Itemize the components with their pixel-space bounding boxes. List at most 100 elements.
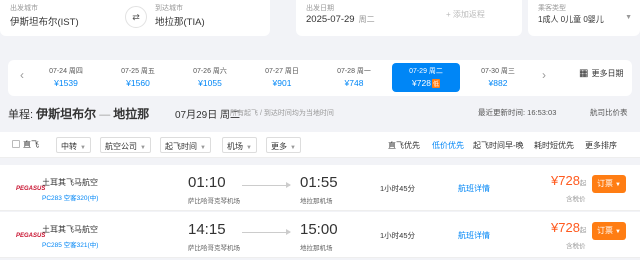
date-tab-price: ¥748 <box>344 78 364 88</box>
swap-cities-icon[interactable]: ⇄ <box>125 6 147 28</box>
transfer-label: 中转 <box>61 142 77 151</box>
book-label: 订票 <box>597 179 614 188</box>
date-tab[interactable]: 07-24 周四 ¥1539 <box>32 63 100 92</box>
chevron-down-icon: ▼ <box>290 145 296 151</box>
flight-details-link[interactable]: 航班详情 <box>458 230 490 241</box>
date-tab[interactable]: 07-30 周三 ¥882 <box>464 63 532 92</box>
route-arrow <box>242 229 291 235</box>
more-dates-label: 更多日期 <box>591 69 624 78</box>
date-tab-label: 07-24 周四 <box>49 68 83 75</box>
more-dates-button[interactable]: ▦ 更多日期 <box>579 68 623 79</box>
price-unit: 起 <box>579 227 587 234</box>
from-city-input[interactable]: 伊斯坦布尔(IST) <box>10 14 79 28</box>
prev-dates-icon[interactable]: ‹ <box>12 68 32 82</box>
sort-shortest-duration[interactable]: 耗时短优先 <box>534 140 574 151</box>
search-bar: 出发城市 伊斯坦布尔(IST) 到达城市 地拉那(TIA) ⇄ 出发日期 202… <box>0 0 640 46</box>
date-tab-price: ¥901 <box>272 78 292 88</box>
chevron-down-icon: ▼ <box>615 229 621 235</box>
local-time-note: 所有起飞 / 到达时间均为当地时间 <box>230 110 334 117</box>
date-tab-price: ¥728 低 <box>392 78 460 88</box>
trip-title: 单程: 伊斯坦布尔 — 地拉那 <box>8 105 149 122</box>
date-tab-label: 07-25 周五 <box>121 68 155 75</box>
next-dates-icon[interactable]: › <box>534 68 554 82</box>
date-tab-label: 07-27 周日 <box>265 68 299 75</box>
date-tab-selected[interactable]: 07-29 周二 ¥728 低 <box>392 63 460 92</box>
airline-dropdown[interactable]: 航空公司 ▼ <box>100 137 151 153</box>
date-tab[interactable]: 07-28 周一 ¥748 <box>320 63 388 92</box>
flight-duration: 1小时45分 <box>380 184 416 193</box>
date-weekday: 周二 <box>358 15 375 24</box>
arrival-airport: 地拉那机场 <box>300 245 333 252</box>
flight-number[interactable]: PC285 空客321(中) <box>42 239 98 249</box>
date-value[interactable]: 2025-07-29 周二 <box>306 14 375 25</box>
airline-compare-link[interactable]: 航司比价表 <box>590 107 628 118</box>
price: ¥728起 <box>551 220 586 235</box>
flight-duration: 1小时45分 <box>380 231 416 240</box>
date-tab-label: 07-28 周一 <box>337 68 371 75</box>
direct-only-label: 直飞 <box>23 140 39 149</box>
date-tab-price: ¥1560 <box>126 78 150 88</box>
price-value: ¥728 <box>551 220 580 235</box>
flight-row[interactable]: PEGASUS 土耳其飞马航空 PC285 空客321(中) 14:15 萨比哈… <box>0 212 640 258</box>
passenger-label: 乘客类型 <box>538 5 566 12</box>
more-filters-label: 更多 <box>271 142 287 151</box>
book-button[interactable]: 订票 ▼ <box>592 222 626 240</box>
book-button[interactable]: 订票 ▼ <box>592 175 626 193</box>
date-tab-price: ¥1539 <box>54 78 78 88</box>
filter-bar: 直飞 中转 ▼ 航空公司 ▼ 起飞时间 ▼ 机场 ▼ 更多 ▼ 直飞优先 低价优先 起飞时… <box>0 132 640 158</box>
airport-label: 机场 <box>227 142 243 151</box>
date-tab[interactable]: 07-27 周日 ¥901 <box>248 63 316 92</box>
add-return-button[interactable]: + 添加返程 <box>446 9 485 20</box>
passenger-field[interactable]: 乘客类型 1成人 0儿童 0婴儿 ▼ <box>528 0 640 36</box>
trip-type: 单程: <box>8 109 34 121</box>
departure-airport: 萨比哈哥克琴机场 <box>188 198 240 205</box>
flight-details-link[interactable]: 航班详情 <box>458 183 490 194</box>
chevron-down-icon: ▼ <box>140 145 146 151</box>
chevron-down-icon: ▼ <box>615 182 621 188</box>
departure-time: 01:10 <box>188 174 226 191</box>
passenger-value: 1成人 0儿童 0婴儿 <box>538 15 604 24</box>
date-tab-price-value: ¥728 <box>412 78 431 88</box>
arrival-time: 01:55 <box>300 174 338 191</box>
sort-lowest-price[interactable]: 低价优先 <box>432 140 464 151</box>
price-unit: 起 <box>579 180 587 187</box>
airline-name: 土耳其飞马航空 <box>42 225 98 234</box>
dep-time-label: 起飞时间 <box>165 142 197 151</box>
chevron-down-icon: ▼ <box>246 145 252 151</box>
trip-header: 单程: 伊斯坦布尔 — 地拉那 07月29日 周二 所有起飞 / 到达时间均为当… <box>8 102 632 124</box>
direct-only-checkbox[interactable]: 直飞 <box>12 139 39 150</box>
price: ¥728起 <box>551 173 586 188</box>
sort-departure-time[interactable]: 起飞时间早-晚 <box>473 140 524 151</box>
to-city-input[interactable]: 地拉那(TIA) <box>155 14 205 28</box>
flight-row[interactable]: PEGASUS 土耳其飞马航空 PC283 空客320(中) 01:10 萨比哈… <box>0 165 640 211</box>
tax-note: 含税价 <box>566 243 586 250</box>
date-tab-label: 07-26 周六 <box>193 68 227 75</box>
sort-direct-first[interactable]: 直飞优先 <box>388 140 420 151</box>
airline-logo: PEGASUS <box>16 186 46 192</box>
trip-dash: — <box>96 109 114 121</box>
flight-number[interactable]: PC283 空客320(中) <box>42 192 98 202</box>
date-selector: ‹ 07-24 周四 ¥1539 07-25 周五 ¥1560 07-26 周六… <box>8 60 632 96</box>
more-filters-dropdown[interactable]: 更多 ▼ <box>266 137 301 153</box>
dep-time-dropdown[interactable]: 起飞时间 ▼ <box>160 137 211 153</box>
chevron-down-icon: ▼ <box>200 145 206 151</box>
date-text: 2025-07-29 <box>306 14 355 25</box>
date-label: 出发日期 <box>306 5 334 12</box>
calendar-icon: ▦ <box>579 68 589 79</box>
lowest-price-badge: 低 <box>431 79 440 88</box>
airline-label: 航空公司 <box>105 142 137 151</box>
airport-dropdown[interactable]: 机场 ▼ <box>222 137 257 153</box>
sort-more[interactable]: 更多排序 <box>585 140 617 151</box>
price-value: ¥728 <box>551 173 580 188</box>
transfer-dropdown[interactable]: 中转 ▼ <box>56 137 91 153</box>
date-field[interactable]: 出发日期 2025-07-29 周二 + 添加返程 <box>296 0 522 36</box>
arrival-airport: 地拉那机场 <box>300 198 333 205</box>
date-tab-label: 07-30 周三 <box>481 68 515 75</box>
tax-note: 含税价 <box>566 196 586 203</box>
trip-to: 地拉那 <box>113 107 150 121</box>
airline-logo: PEGASUS <box>16 233 46 239</box>
checkbox-icon <box>12 140 20 148</box>
airline-name: 土耳其飞马航空 <box>42 178 98 187</box>
date-tab[interactable]: 07-26 周六 ¥1055 <box>176 63 244 92</box>
date-tab[interactable]: 07-25 周五 ¥1560 <box>104 63 172 92</box>
